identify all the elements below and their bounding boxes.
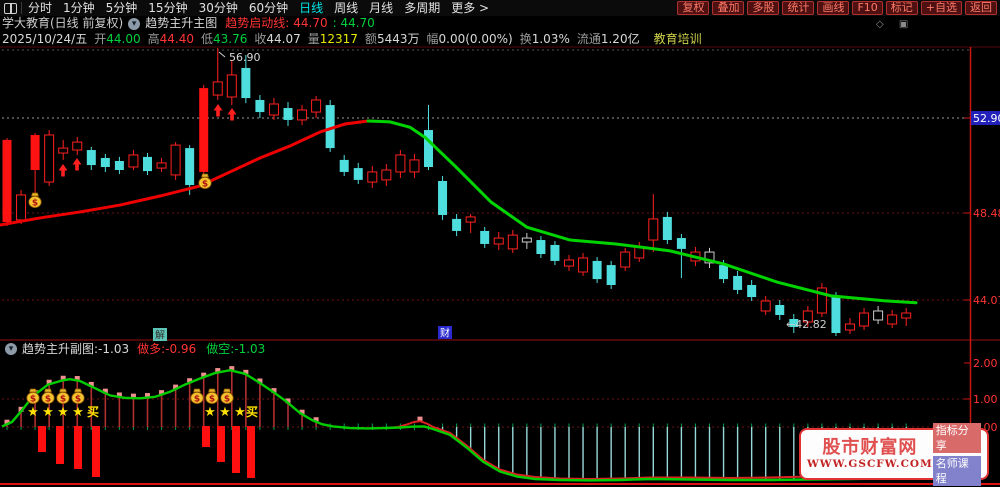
- long-value: -0.96: [165, 342, 197, 356]
- svg-text:解: 解: [155, 329, 165, 342]
- svg-text:$: $: [209, 394, 215, 404]
- candle: [816, 283, 827, 317]
- svg-text:$: $: [224, 394, 230, 404]
- svg-text:$: $: [32, 198, 38, 208]
- svg-text:财: 财: [440, 327, 450, 340]
- long-label: 做多:: [137, 342, 166, 356]
- svg-text:$: $: [30, 394, 36, 404]
- svg-text:$: $: [45, 394, 51, 404]
- signal-volume-bar: [217, 426, 225, 462]
- signal-volume-bar: [38, 426, 46, 452]
- svg-text:$: $: [202, 179, 208, 189]
- svg-text:$: $: [60, 394, 66, 404]
- star-icon: ★: [27, 405, 39, 420]
- sub-indicator-value: :-1.03: [94, 342, 130, 356]
- watermark-title: 股市财富网: [822, 436, 918, 458]
- chevron-down-icon[interactable]: ▾: [5, 343, 17, 355]
- signal-volume-bar: [247, 426, 255, 478]
- svg-text:52.90: 52.90: [973, 112, 1000, 125]
- star-icon: ★: [42, 405, 54, 420]
- sub-axis-label: 2.00: [973, 357, 998, 370]
- watermark-badge-1: 指标分享: [932, 422, 981, 453]
- high-price-annotation: 56.90: [229, 51, 261, 64]
- watermark-badge-2: 名师课程: [932, 455, 981, 486]
- price-axis-label: 48.48: [973, 207, 1000, 220]
- candle: [831, 292, 841, 336]
- short-label: 做空:: [206, 342, 235, 356]
- star-icon: ★: [204, 405, 216, 420]
- star-icon: ★: [219, 405, 231, 420]
- short-value: -1.03: [234, 342, 266, 356]
- candle: [170, 142, 181, 180]
- price-axis-label: 44.07: [973, 294, 1000, 307]
- candle: [199, 84, 209, 175]
- star-icon: ★: [234, 405, 246, 420]
- app-window: 分时 1分钟 5分钟 15分钟 30分钟 60分钟 日线 周线 月线 多周期 更多 > 复权 叠加 多股…: [0, 0, 1000, 487]
- signal-volume-bar: [56, 426, 64, 464]
- signal-volume-bar: [74, 426, 82, 469]
- watermark-url: WWW.GSCFW.COM: [807, 457, 933, 470]
- main-chart-plot[interactable]: $ $56.90 ←42.82 解 财 52.90 48.48 44.07: [0, 48, 1000, 342]
- candle: [438, 176, 448, 220]
- buy-label: 买: [246, 405, 258, 419]
- star-icon: ★: [72, 405, 84, 420]
- signal-volume-bar: [92, 426, 100, 477]
- sub-chart-header: ▾ 趋势主升副图 :-1.03 做多: -0.96 做空: -1.03: [0, 341, 265, 357]
- candle: [325, 99, 335, 152]
- star-icon: ★: [57, 405, 69, 420]
- candle: [2, 137, 12, 227]
- signal-volume-bar: [232, 426, 240, 473]
- low-price-annotation: ←42.82: [786, 318, 827, 331]
- candle: [16, 190, 27, 225]
- sub-axis-label: 1.00: [973, 393, 998, 406]
- svg-text:$: $: [75, 394, 81, 404]
- candle: [606, 260, 616, 289]
- charts-canvas: $$56.90←42.82解财52.9048.4844.07 $$$$$$$★★…: [0, 46, 1000, 485]
- sub-indicator-title[interactable]: 趋势主升副图: [22, 341, 94, 357]
- buy-label: 买: [87, 405, 99, 419]
- watermark-box: 股市财富网 WWW.GSCFW.COM 指标分享 名师课程: [799, 422, 989, 486]
- svg-text:$: $: [194, 394, 200, 404]
- candle: [44, 130, 55, 186]
- signal-volume-bar: [202, 426, 210, 447]
